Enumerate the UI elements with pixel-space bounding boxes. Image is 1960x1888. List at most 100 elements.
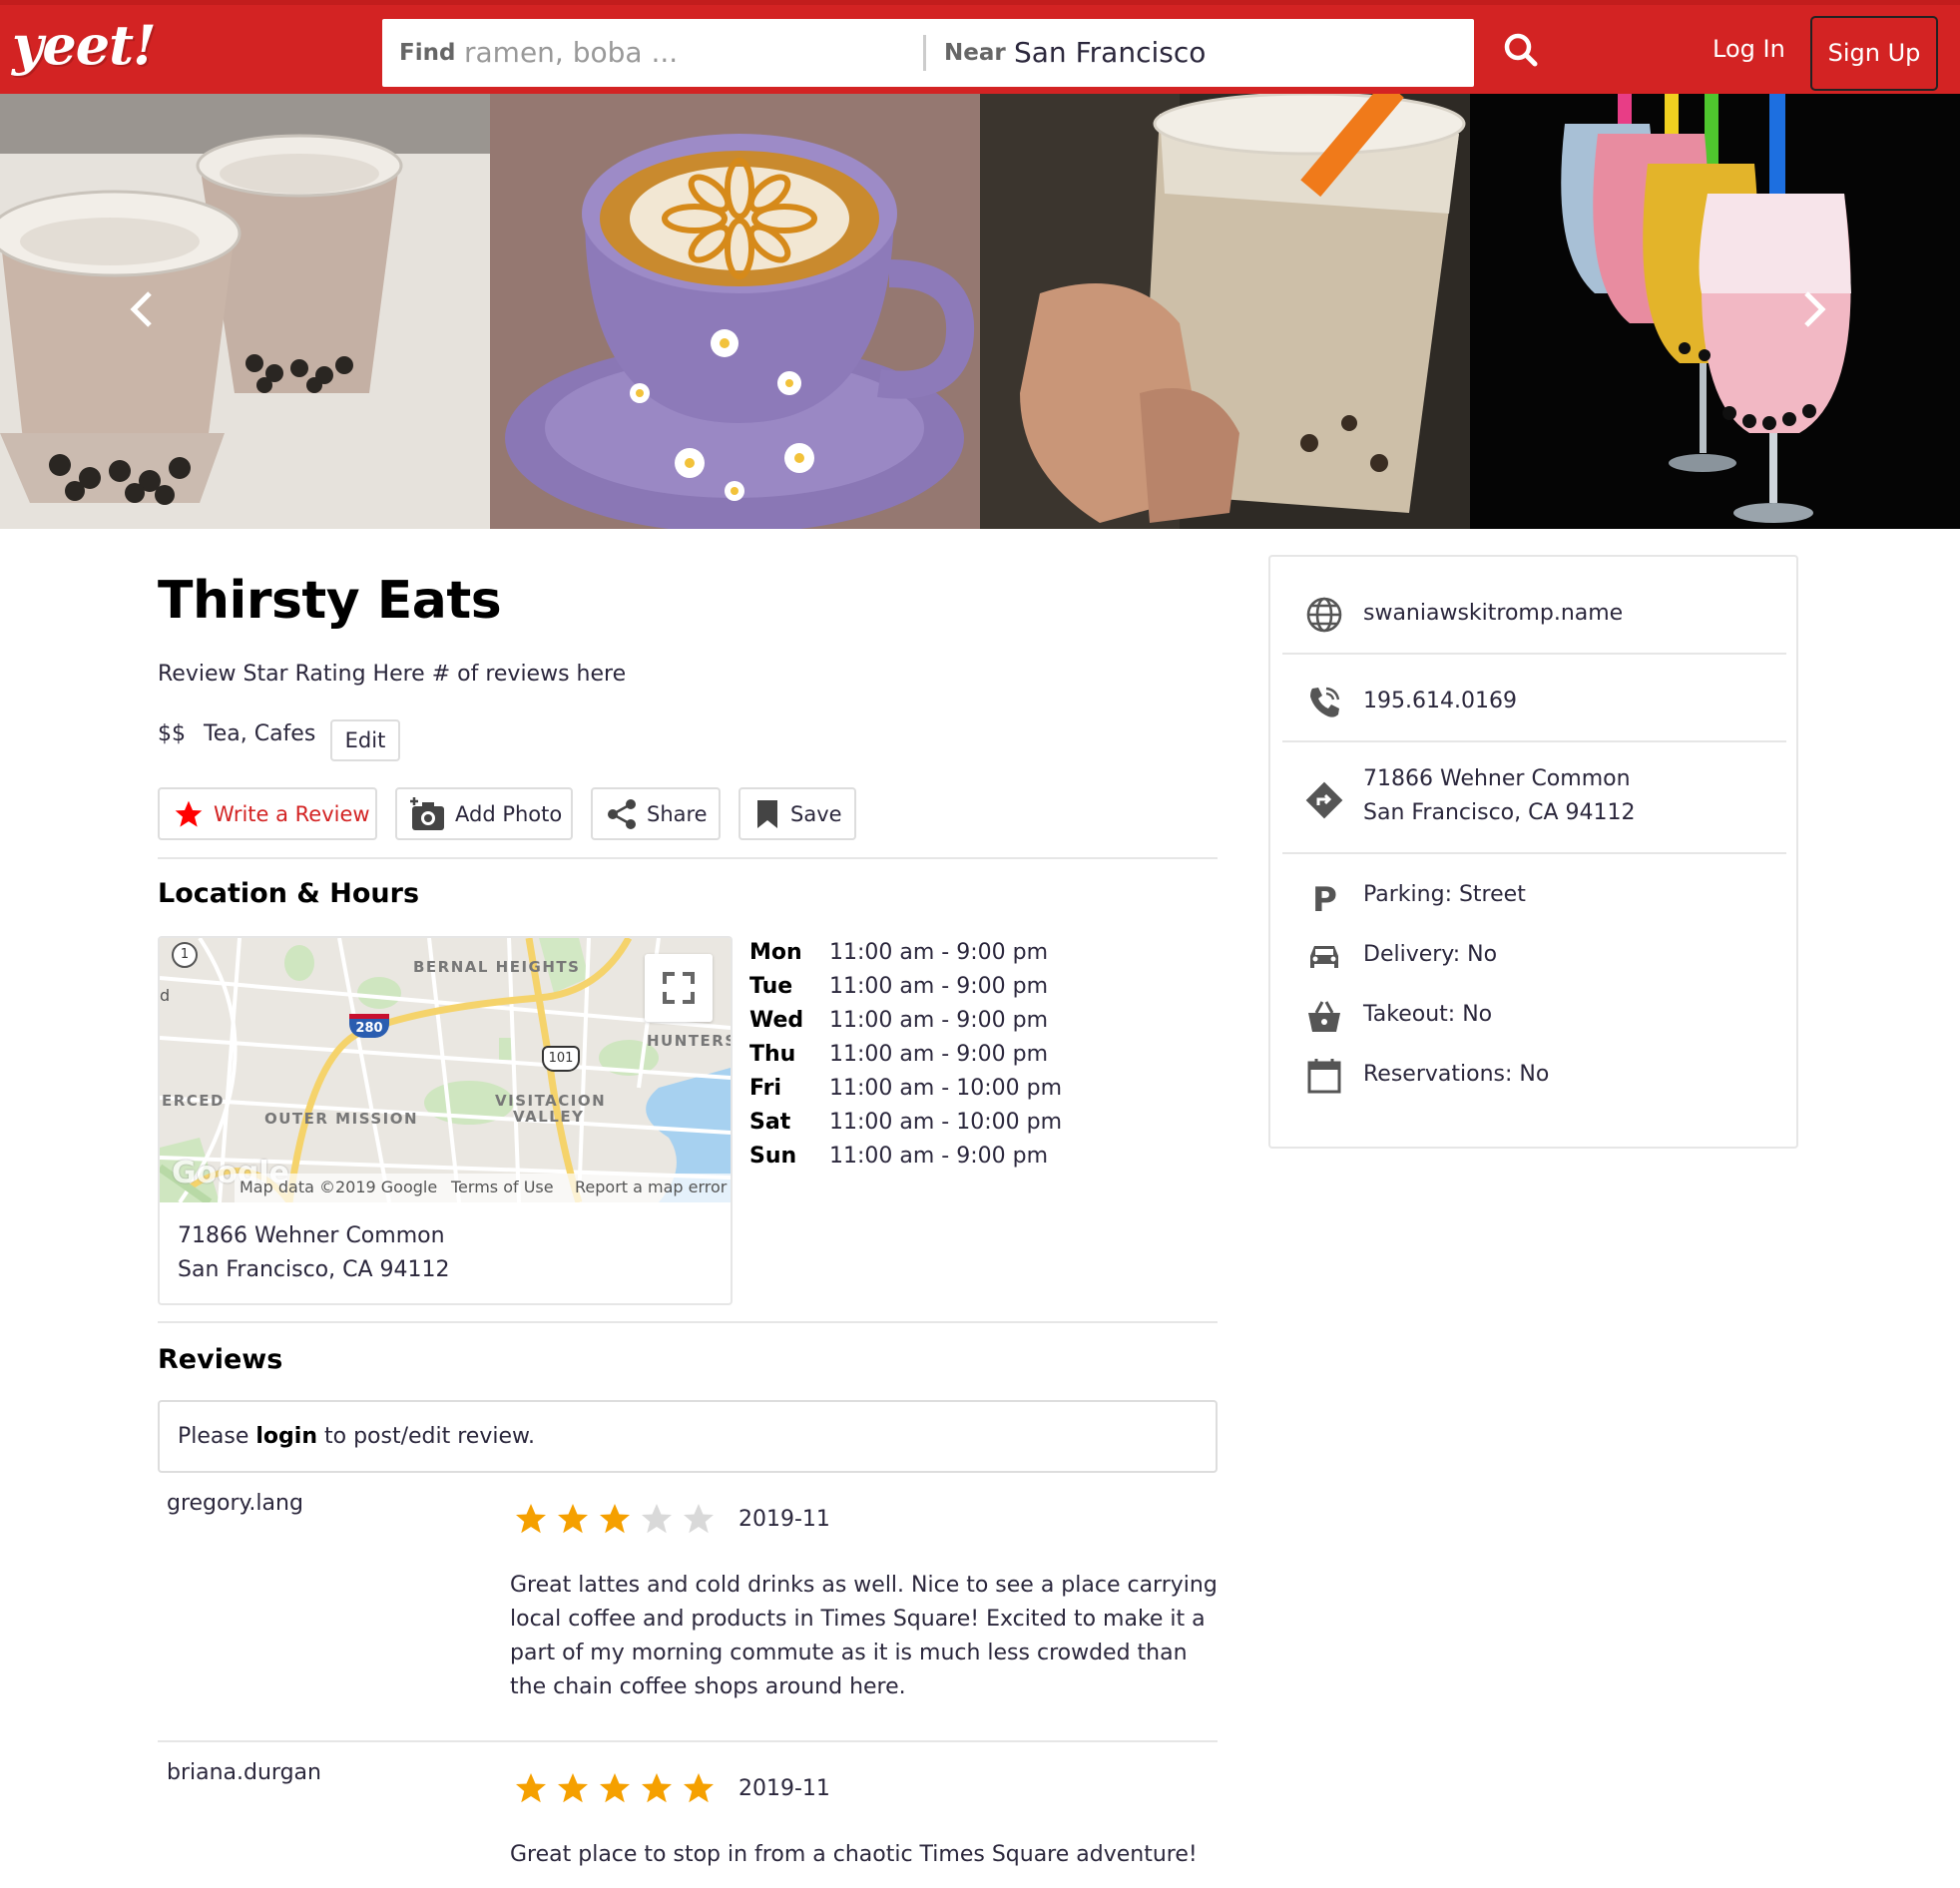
hours-time: 11:00 am - 9:00 pm bbox=[829, 1042, 1049, 1067]
photo-latte[interactable] bbox=[490, 94, 980, 529]
login-note-link[interactable]: login bbox=[255, 1424, 317, 1449]
divider bbox=[1282, 852, 1786, 854]
star-icon bbox=[684, 1773, 714, 1803]
login-note-post: to post/edit review. bbox=[317, 1424, 535, 1449]
phone-number: 195.614.0169 bbox=[1363, 689, 1517, 713]
star-icon bbox=[642, 1773, 672, 1803]
share-label: Share bbox=[647, 801, 708, 826]
signup-button[interactable]: Sign Up bbox=[1810, 16, 1938, 91]
star-icon bbox=[600, 1773, 630, 1803]
photo-bubble-tea-glasses[interactable] bbox=[1470, 94, 1960, 529]
star-icon bbox=[600, 1504, 630, 1534]
share-icon bbox=[608, 798, 636, 829]
add-photo-button[interactable]: Add Photo bbox=[395, 787, 573, 840]
business-name: Thirsty Eats bbox=[158, 571, 502, 631]
review-stars bbox=[510, 1770, 720, 1806]
basket-icon bbox=[1308, 1001, 1340, 1032]
write-review-button[interactable]: Write a Review bbox=[158, 787, 377, 840]
svg-text:P: P bbox=[1312, 880, 1337, 918]
chevron-left-icon bbox=[130, 291, 152, 327]
star-icon bbox=[516, 1773, 546, 1803]
star-empty-icon bbox=[642, 1504, 672, 1534]
route-1-shield: 1 bbox=[172, 942, 198, 968]
share-button[interactable]: Share bbox=[591, 787, 721, 840]
carousel-prev-button[interactable] bbox=[124, 289, 160, 329]
search-divider bbox=[923, 35, 926, 71]
map-label-hunters: HUNTERS bbox=[647, 1032, 731, 1050]
star-icon bbox=[516, 1504, 546, 1534]
hours-time: 11:00 am - 9:00 pm bbox=[829, 974, 1049, 999]
review-text: Great place to stop in from a chaotic Ti… bbox=[510, 1842, 1198, 1867]
hours-time: 11:00 am - 9:00 pm bbox=[829, 1008, 1049, 1033]
login-to-review-note: Please login to post/edit review. bbox=[158, 1400, 1218, 1473]
price-level: $$ bbox=[158, 721, 186, 746]
map-fullscreen-button[interactable] bbox=[645, 954, 713, 1022]
hours-time: 11:00 am - 9:00 pm bbox=[829, 940, 1049, 965]
search-button[interactable] bbox=[1497, 27, 1549, 79]
divider bbox=[158, 857, 1218, 859]
star-icon bbox=[175, 800, 203, 827]
photo-iced-drink[interactable] bbox=[980, 94, 1470, 529]
map-label-outer-mission: OUTER MISSION bbox=[264, 1110, 419, 1128]
map-label-d: d bbox=[160, 986, 171, 1005]
calendar-icon bbox=[1307, 1059, 1341, 1094]
photo-carousel bbox=[0, 94, 1960, 529]
takeout-info: Takeout: No bbox=[1363, 1002, 1493, 1027]
map-data-attribution: Map data ©2019 Google bbox=[240, 1178, 438, 1196]
photo-milk-tea[interactable] bbox=[0, 94, 490, 529]
map-report-error-link[interactable]: Report a map error bbox=[575, 1178, 727, 1196]
hours-day: Fri bbox=[749, 1076, 782, 1101]
star-icon bbox=[558, 1504, 588, 1534]
website-link[interactable]: swaniawskitromp.name bbox=[1363, 597, 1623, 631]
review-item: gregory.lang 2019-11 Great lattes and co… bbox=[158, 1491, 1218, 1730]
car-icon bbox=[1310, 946, 1338, 968]
review-count-placeholder: # of reviews here bbox=[431, 662, 627, 687]
map-address: 71866 Wehner Common San Francisco, CA 94… bbox=[178, 1219, 450, 1287]
add-photo-label: Add Photo bbox=[455, 801, 563, 826]
review-username[interactable]: briana.durgan bbox=[167, 1760, 321, 1785]
search-bar: Find ramen, boba ... Near San Francisco bbox=[382, 19, 1474, 87]
star-empty-icon bbox=[684, 1504, 714, 1534]
carousel-next-button[interactable] bbox=[1796, 289, 1832, 329]
login-note-pre: Please bbox=[178, 1424, 256, 1449]
rating-placeholder: Review Star Rating Here bbox=[158, 662, 425, 687]
directions-icon bbox=[1305, 781, 1343, 819]
star-icon bbox=[558, 1773, 588, 1803]
camera-plus-icon bbox=[410, 796, 444, 830]
review-item: briana.durgan 2019-11 Great place to sto… bbox=[158, 1760, 1218, 1888]
bookmark-icon bbox=[757, 799, 777, 828]
map-label-merced: ERCED bbox=[162, 1092, 226, 1110]
map-terms-link[interactable]: Terms of Use bbox=[451, 1178, 554, 1196]
sidebar-address-line2: San Francisco, CA 94112 bbox=[1363, 800, 1636, 825]
hours-day: Tue bbox=[749, 974, 793, 999]
reservations-info: Reservations: No bbox=[1363, 1062, 1550, 1087]
interstate-280-shield: 280 bbox=[349, 1014, 389, 1038]
parking-icon: P bbox=[1312, 880, 1337, 918]
search-icon bbox=[1504, 33, 1538, 67]
hours-time: 11:00 am - 9:00 pm bbox=[829, 1144, 1049, 1169]
map-address-line2: San Francisco, CA 94112 bbox=[178, 1257, 450, 1282]
highway-101-shield: 101 bbox=[542, 1046, 580, 1072]
chevron-right-icon bbox=[1804, 291, 1826, 327]
near-label: Near bbox=[944, 40, 1006, 66]
write-review-label: Write a Review bbox=[214, 801, 370, 826]
business-info-card: swaniawskitromp.name 195.614.0169 71866 … bbox=[1268, 555, 1798, 1149]
save-button[interactable]: Save bbox=[738, 787, 856, 840]
location-hours-heading: Location & Hours bbox=[158, 878, 420, 909]
save-label: Save bbox=[790, 801, 842, 826]
login-link[interactable]: Log In bbox=[1713, 35, 1785, 63]
near-input[interactable]: San Francisco bbox=[1014, 19, 1206, 87]
hours-day: Thu bbox=[749, 1042, 796, 1067]
review-username[interactable]: gregory.lang bbox=[167, 1491, 303, 1516]
edit-categories-button[interactable]: Edit bbox=[330, 719, 400, 761]
fullscreen-icon bbox=[663, 972, 695, 1004]
logo[interactable]: yeet! bbox=[12, 13, 157, 77]
find-input[interactable]: ramen, boba ... bbox=[464, 19, 678, 87]
hours-time: 11:00 am - 10:00 pm bbox=[829, 1076, 1063, 1101]
hours-day: Sat bbox=[749, 1110, 791, 1135]
sidebar-address-line1: 71866 Wehner Common bbox=[1363, 766, 1631, 791]
review-date: 2019-11 bbox=[738, 1507, 830, 1532]
globe-icon bbox=[1306, 597, 1342, 633]
map[interactable]: BERNAL HEIGHTS HUNTERS ERCED OUTER MISSI… bbox=[160, 938, 731, 1202]
divider bbox=[1282, 740, 1786, 742]
